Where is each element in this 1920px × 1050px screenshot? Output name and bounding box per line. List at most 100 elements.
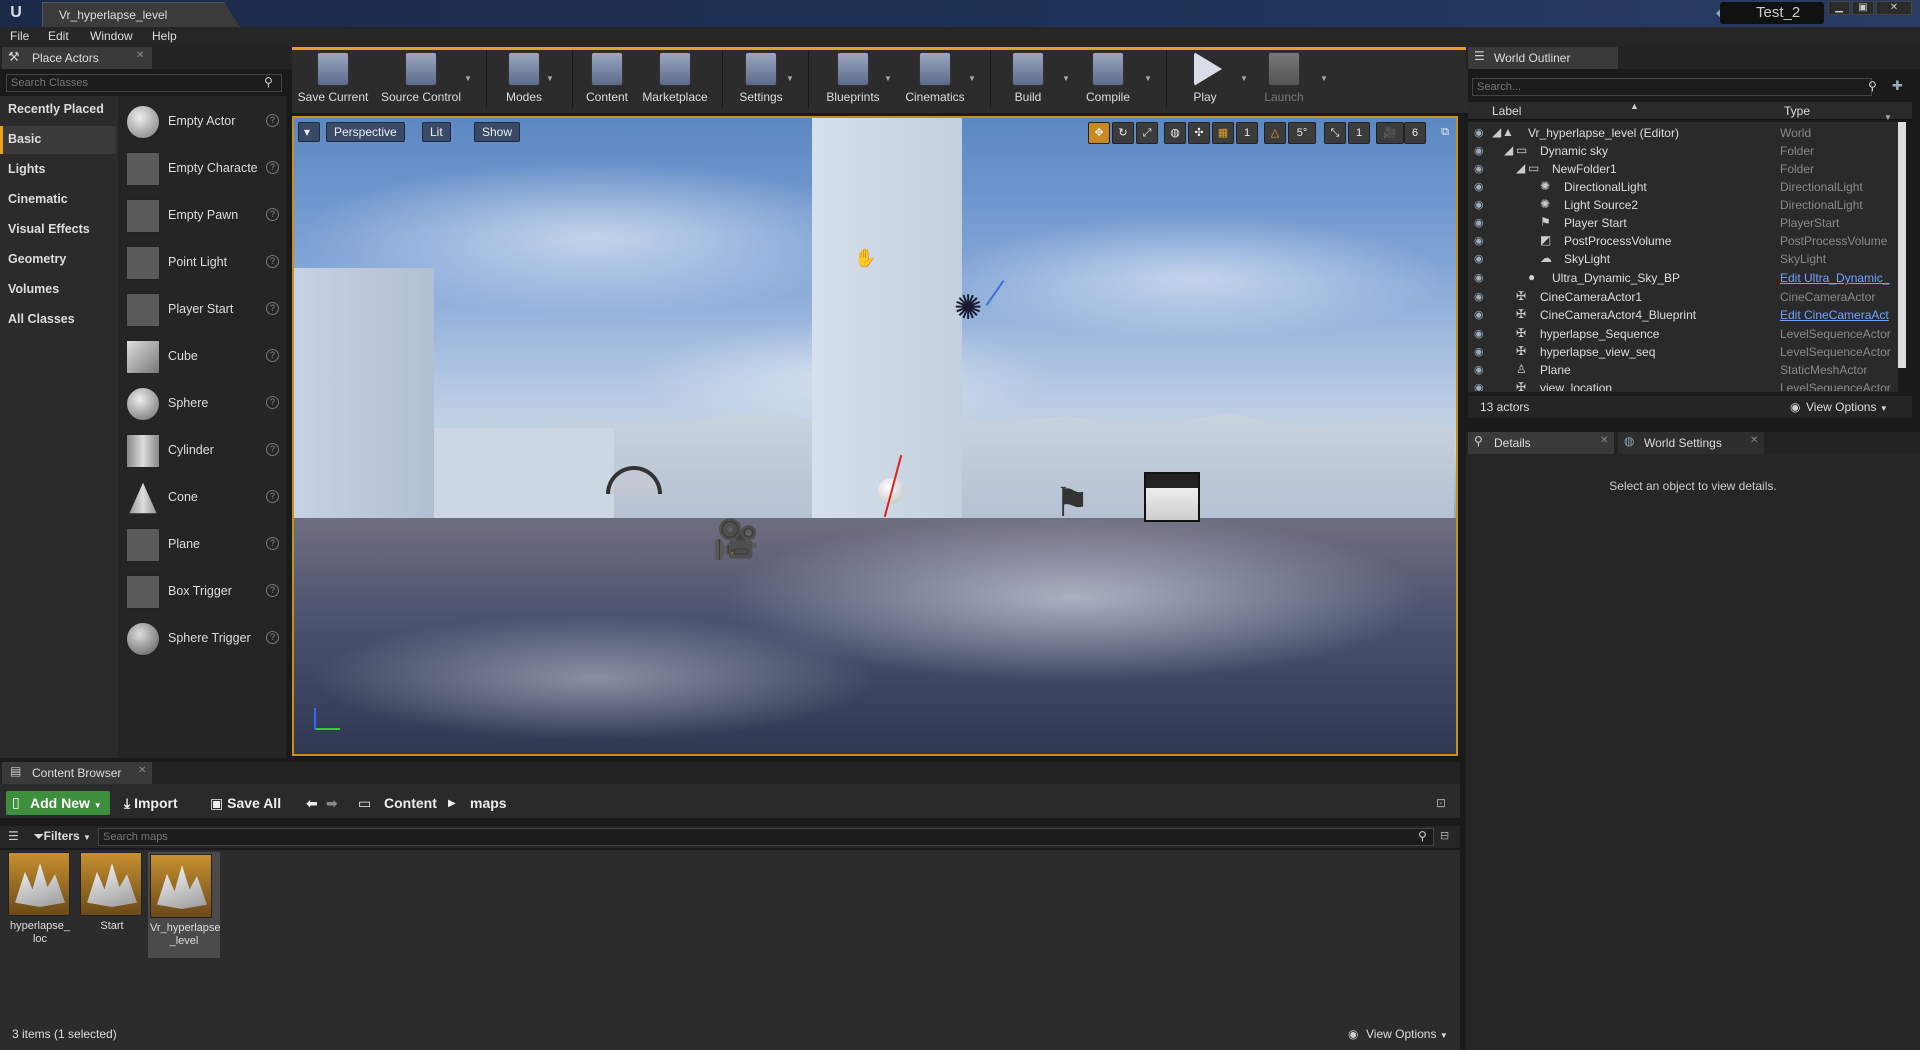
category-geometry[interactable]: Geometry <box>0 246 116 274</box>
actor-item-sphere-trigger[interactable]: Sphere Trigger? <box>120 618 286 662</box>
outliner-row[interactable]: ◉ ● Ultra_Dynamic_Sky_BP Edit Ultra_Dynamic… <box>1468 269 1896 287</box>
outliner-row[interactable]: ◉ ♙ Plane StaticMeshActor <box>1468 361 1896 379</box>
rotation-snap-value[interactable]: 5° <box>1288 122 1316 144</box>
visibility-eye-icon[interactable]: ◉ <box>1474 271 1484 284</box>
breadcrumb-maps[interactable]: maps <box>470 795 507 811</box>
chevron-down-icon[interactable]: ▼ <box>1320 74 1328 83</box>
category-recently-placed[interactable]: Recently Placed <box>0 96 116 124</box>
actor-item-cube[interactable]: Cube? <box>120 336 286 380</box>
grid-snap-value[interactable]: 1 <box>1236 122 1258 144</box>
settings-button[interactable]: Settings <box>734 50 788 108</box>
expand-arrow-icon[interactable]: ◢ <box>1504 143 1513 157</box>
help-icon[interactable]: ? <box>266 208 279 221</box>
outliner-row[interactable]: ◉ ◢ ▭ Dynamic sky Folder <box>1468 142 1896 160</box>
chevron-down-icon[interactable]: ▼ <box>1062 74 1070 83</box>
grid-snap-icon[interactable]: ▦ <box>1212 122 1234 144</box>
chevron-down-icon[interactable]: ▼ <box>464 74 472 83</box>
level-viewport[interactable]: ✋ ✺ 🎥 ⚑ ▾ Perspective Lit Show ✥ ↻ ⤢ ◍ ✣… <box>292 116 1458 756</box>
scale-mode-icon[interactable]: ⤢ <box>1136 122 1158 144</box>
launch-button[interactable]: Launch <box>1258 50 1310 108</box>
chevron-down-icon[interactable]: ▼ <box>968 74 976 83</box>
outliner-row[interactable]: ◉ ☁ SkyLight SkyLight <box>1468 250 1896 268</box>
category-cinematic[interactable]: Cinematic <box>0 186 116 214</box>
category-basic[interactable]: Basic <box>0 126 116 154</box>
asset-tile-selected[interactable]: Vr_hyperlapse _level <box>148 852 221 958</box>
outliner-row[interactable]: ◉ ✺ Light Source2 DirectionalLight <box>1468 196 1896 214</box>
outliner-view-options-button[interactable]: View Options ▼ <box>1806 400 1888 414</box>
rotate-mode-icon[interactable]: ↻ <box>1112 122 1134 144</box>
cinematics-button[interactable]: Cinematics <box>902 50 968 108</box>
outliner-row[interactable]: ◉ ✠ hyperlapse_Sequence LevelSequenceActor <box>1468 325 1896 343</box>
viewport-options-button[interactable]: ▾ <box>298 122 320 142</box>
edit-blueprint-link[interactable]: Edit Ultra_Dynamic_ <box>1780 271 1894 285</box>
visibility-eye-icon[interactable]: ◉ <box>1474 162 1484 175</box>
asset-tile[interactable]: hyperlapse_ loc <box>8 852 72 946</box>
compile-button[interactable]: Compile <box>1080 50 1136 108</box>
visibility-eye-icon[interactable]: ◉ <box>1474 308 1484 321</box>
category-visual-effects[interactable]: Visual Effects <box>0 216 116 244</box>
source-control-button[interactable]: Source Control <box>378 50 464 108</box>
category-lights[interactable]: Lights <box>0 156 116 184</box>
help-icon[interactable]: ? <box>266 114 279 127</box>
outliner-row[interactable]: ◉ ⚑ Player Start PlayerStart <box>1468 214 1896 232</box>
sort-ascending-icon[interactable]: ▲ <box>1630 101 1639 111</box>
help-icon[interactable]: ? <box>266 396 279 409</box>
help-icon[interactable]: ? <box>266 584 279 597</box>
outliner-row[interactable]: ◉ ✠ CineCameraActor4_Blueprint Edit CineCam… <box>1468 306 1896 324</box>
close-tab-icon[interactable]: ✕ <box>1600 435 1608 446</box>
place-actors-tab[interactable]: Place Actors <box>2 47 152 69</box>
close-tab-icon[interactable]: ✕ <box>136 50 144 61</box>
help-icon[interactable]: ? <box>266 537 279 550</box>
world-settings-tab[interactable]: World Settings <box>1618 432 1764 454</box>
build-button[interactable]: Build <box>1004 50 1052 108</box>
menu-edit[interactable]: Edit <box>48 29 69 43</box>
level-sequence-icon[interactable] <box>1144 472 1200 522</box>
outliner-row[interactable]: ◉ ◢ ▲ Vr_hyperlapse_level (Editor) World <box>1468 124 1896 142</box>
close-tab-icon[interactable]: ✕ <box>138 765 146 776</box>
outliner-row[interactable]: ◉ ◩ PostProcessVolume PostProcessVolume <box>1468 232 1896 250</box>
chevron-down-icon[interactable]: ▼ <box>1240 74 1248 83</box>
modes-button[interactable]: Modes <box>500 50 548 108</box>
visibility-eye-icon[interactable]: ◉ <box>1474 327 1484 340</box>
chevron-down-icon[interactable]: ▼ <box>1144 74 1152 83</box>
actor-item-empty-pawn[interactable]: Empty Pawn? <box>120 195 286 239</box>
asset-tile[interactable]: Start <box>80 852 144 933</box>
details-tab[interactable]: Details <box>1468 432 1614 454</box>
actor-item-point-light[interactable]: Point Light? <box>120 242 286 286</box>
actor-item-sphere[interactable]: Sphere? <box>120 383 286 427</box>
lock-icon[interactable]: ⊡ <box>1436 796 1446 810</box>
blueprints-button[interactable]: Blueprints <box>822 50 884 108</box>
actor-item-plane[interactable]: Plane? <box>120 524 286 568</box>
lit-button[interactable]: Lit <box>422 122 451 142</box>
marketplace-button[interactable]: Marketplace <box>640 50 710 108</box>
document-tab[interactable]: Vr_hyperlapse_level <box>42 2 240 27</box>
actor-item-empty-character[interactable]: Empty Characte? <box>120 148 286 192</box>
edit-blueprint-link[interactable]: Edit CineCameraAct <box>1780 308 1894 322</box>
actor-item-cone[interactable]: Cone? <box>120 477 286 521</box>
visibility-eye-icon[interactable]: ◉ <box>1474 381 1484 391</box>
maximize-icon[interactable]: ▣ <box>1852 1 1874 15</box>
expand-arrow-icon[interactable]: ◢ <box>1492 125 1501 139</box>
chevron-down-icon[interactable]: ▼ <box>1884 113 1892 122</box>
filters-button[interactable]: ⏷Filters ▼ <box>34 829 91 844</box>
help-icon[interactable]: ? <box>266 631 279 644</box>
menu-help[interactable]: Help <box>152 29 177 43</box>
add-filter-icon[interactable]: ✚ <box>1892 78 1903 94</box>
search-classes-input[interactable]: Search Classes <box>6 74 282 92</box>
visibility-eye-icon[interactable]: ◉ <box>1474 180 1484 193</box>
outliner-row[interactable]: ◉ ✠ CineCameraActor1 CineCameraActor <box>1468 288 1896 306</box>
directional-light-icon[interactable]: ✺ <box>954 288 983 328</box>
help-icon[interactable]: ? <box>266 255 279 268</box>
outliner-row[interactable]: ◉ ✠ hyperlapse_view_seq LevelSequenceActor <box>1468 343 1896 361</box>
sky-light-icon[interactable]: ✋ <box>854 248 876 269</box>
help-icon[interactable]: ? <box>266 490 279 503</box>
visibility-eye-icon[interactable]: ◉ <box>1474 234 1484 247</box>
save-search-icon[interactable]: ⊟ <box>1440 829 1449 842</box>
surface-snap-icon[interactable]: ✣ <box>1188 122 1210 144</box>
chevron-down-icon[interactable]: ▼ <box>884 74 892 83</box>
save-all-button[interactable]: ▣ Save All <box>210 795 281 812</box>
actor-item-box-trigger[interactable]: Box Trigger? <box>120 571 286 615</box>
content-view-options-button[interactable]: View Options ▼ <box>1366 1027 1448 1041</box>
visibility-eye-icon[interactable]: ◉ <box>1474 216 1484 229</box>
outliner-row[interactable]: ◉ ✠ view_location LevelSequenceActor <box>1468 379 1896 391</box>
